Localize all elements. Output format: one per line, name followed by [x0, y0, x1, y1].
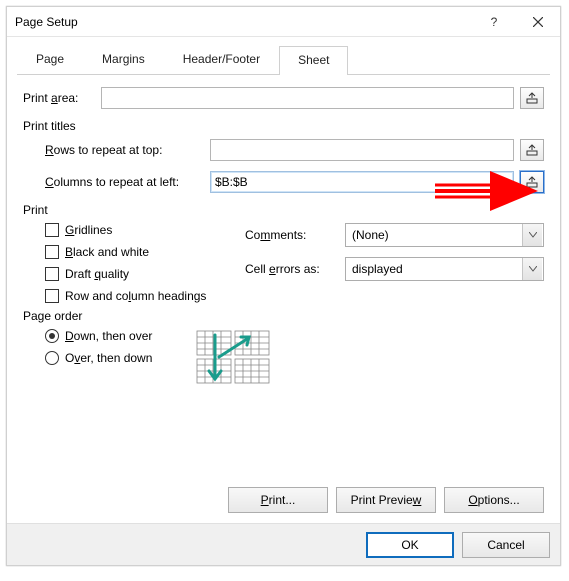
rowcol-label: Row and column headings	[65, 289, 206, 303]
rowcol-checkbox-row[interactable]: Row and column headings	[45, 289, 245, 303]
gridlines-label: Gridlines	[65, 223, 112, 237]
print-button[interactable]: Print...	[228, 487, 328, 513]
down-then-over-radio[interactable]: Down, then over	[45, 329, 195, 343]
page-order-preview-icon	[195, 329, 275, 385]
cellerrors-label: Cell errors as:	[245, 262, 345, 276]
cols-repeat-input[interactable]	[210, 171, 514, 193]
close-icon	[533, 17, 543, 27]
comments-label: Comments:	[245, 228, 345, 242]
cols-repeat-collapse-button[interactable]	[520, 171, 544, 193]
cellerrors-dropdown[interactable]: displayed	[345, 257, 544, 281]
tab-header-footer[interactable]: Header/Footer	[164, 45, 279, 74]
comments-dropdown[interactable]: (None)	[345, 223, 544, 247]
down-over-label: Down, then over	[65, 329, 152, 343]
page-order-preview	[195, 329, 275, 385]
cellerrors-row: Cell errors as: displayed	[245, 257, 544, 281]
draft-label: Draft quality	[65, 267, 129, 281]
checkbox-icon	[45, 267, 59, 281]
dialog-body: Page Margins Header/Footer Sheet Print a…	[7, 37, 560, 523]
rows-repeat-input[interactable]	[210, 139, 514, 161]
cols-repeat-label: Columns to repeat at left:	[45, 175, 210, 189]
rows-repeat-label: Rows to repeat at top:	[45, 143, 210, 157]
print-area-collapse-button[interactable]	[520, 87, 544, 109]
dialog-title: Page Setup	[15, 15, 472, 29]
tab-strip: Page Margins Header/Footer Sheet	[17, 45, 550, 75]
page-order-section: Page order Down, then over Over, then do…	[23, 309, 544, 385]
tab-margins[interactable]: Margins	[83, 45, 164, 74]
collapse-dialog-icon	[526, 176, 538, 188]
radio-icon	[45, 329, 59, 343]
print-titles-section: Print titles Rows to repeat at top: Colu…	[23, 119, 544, 193]
help-button[interactable]: ?	[472, 7, 516, 37]
options-button[interactable]: Options...	[444, 487, 544, 513]
rows-repeat-row: Rows to repeat at top:	[45, 139, 544, 161]
page-setup-dialog: Page Setup ? Page Margins Header/Footer …	[6, 6, 561, 566]
page-order-title: Page order	[23, 309, 544, 323]
over-then-down-radio[interactable]: Over, then down	[45, 351, 195, 365]
checkbox-icon	[45, 289, 59, 303]
action-buttons-row: Print... Print Preview Options...	[17, 481, 550, 517]
print-section: Print Gridlines Black and white	[23, 203, 544, 303]
checkbox-icon	[45, 223, 59, 237]
checkbox-icon	[45, 245, 59, 259]
tab-sheet[interactable]: Sheet	[279, 46, 348, 75]
collapse-dialog-icon	[526, 92, 538, 104]
print-titles-title: Print titles	[23, 119, 544, 133]
chevron-down-icon	[522, 224, 542, 246]
print-section-title: Print	[23, 203, 544, 217]
bw-checkbox-row[interactable]: Black and white	[45, 245, 245, 259]
over-down-label: Over, then down	[65, 351, 152, 365]
sheet-tab-content: Print area: Print titles Rows to repeat …	[17, 75, 550, 481]
cols-repeat-row: Columns to repeat at left:	[45, 171, 544, 193]
draft-checkbox-row[interactable]: Draft quality	[45, 267, 245, 281]
tab-page[interactable]: Page	[17, 45, 83, 74]
gridlines-checkbox-row[interactable]: Gridlines	[45, 223, 245, 237]
rows-repeat-collapse-button[interactable]	[520, 139, 544, 161]
chevron-down-icon	[522, 258, 542, 280]
print-area-label: Print area:	[23, 91, 101, 105]
print-area-row: Print area:	[23, 87, 544, 109]
cancel-button[interactable]: Cancel	[462, 532, 550, 558]
comments-row: Comments: (None)	[245, 223, 544, 247]
print-area-input[interactable]	[101, 87, 514, 109]
close-button[interactable]	[516, 7, 560, 37]
titlebar: Page Setup ?	[7, 7, 560, 37]
print-preview-button[interactable]: Print Preview	[336, 487, 436, 513]
dialog-footer: OK Cancel	[7, 523, 560, 565]
collapse-dialog-icon	[526, 144, 538, 156]
comments-value: (None)	[352, 228, 389, 242]
ok-button[interactable]: OK	[366, 532, 454, 558]
bw-label: Black and white	[65, 245, 149, 259]
cellerrors-value: displayed	[352, 262, 403, 276]
radio-icon	[45, 351, 59, 365]
